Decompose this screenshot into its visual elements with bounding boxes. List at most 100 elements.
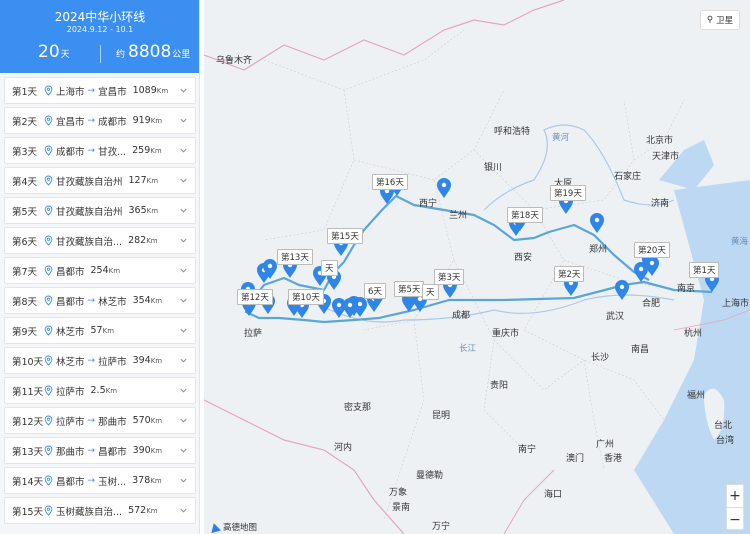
day-number: 第11天 (12, 386, 44, 398)
location-pin-icon (44, 415, 53, 426)
day-number: 第9天 (12, 326, 38, 338)
day-item[interactable]: 第3天 成都市 → 甘孜... 259Km (4, 137, 196, 164)
zoom-in-button[interactable]: + (727, 485, 743, 508)
city-label-lanzhou: 兰州 (449, 211, 468, 221)
day-number: 第2天 (12, 116, 38, 128)
day-tag-1: 第1天 (689, 262, 720, 278)
location-pin-icon (44, 355, 53, 366)
day-from-city: 成都市 (56, 146, 85, 158)
day-item[interactable]: 第6天 甘孜藏族自治... 282Km (4, 227, 196, 254)
chevron-down-icon[interactable] (179, 176, 188, 185)
day-distance-unit: Km (150, 477, 162, 485)
day-tag-13: 第13天 (277, 249, 313, 265)
day-distance: 57Km (91, 325, 115, 336)
chevron-down-icon[interactable] (179, 236, 188, 245)
day-distance-value: 57 (90, 325, 103, 336)
day-distance-unit: Km (150, 447, 163, 455)
day-distance: 570Km (133, 415, 163, 426)
day-tag-4: 天 (422, 284, 439, 300)
satellite-icon: ⚲ (706, 15, 714, 25)
location-pin-icon (44, 115, 53, 126)
day-to-city: 林芝市 (98, 296, 127, 308)
day-tag-14: 天 (321, 260, 338, 276)
day-distance-value: 919 (132, 115, 151, 126)
day-from-city: 拉萨市 (56, 386, 85, 398)
day-distance-value: 570 (132, 415, 151, 426)
city-label-mishi: 密支那 (344, 403, 372, 413)
day-tag-16: 第16天 (372, 174, 408, 190)
chevron-down-icon[interactable] (179, 116, 188, 125)
route-marker-dot (267, 263, 273, 269)
arrow-right-icon: → (87, 445, 96, 456)
day-item[interactable]: 第4天 甘孜藏族自治州 127Km (4, 167, 196, 194)
city-label-xianggang: 香港 (604, 454, 623, 464)
arrow-right-icon: → (87, 115, 96, 126)
chevron-down-icon[interactable] (179, 146, 188, 155)
day-tag-19: 第19天 (550, 185, 586, 201)
amap-logo-text: 高德地图 (223, 523, 258, 533)
day-distance: 282Km (128, 235, 158, 246)
satellite-toggle-button[interactable]: ⚲ 卫星 (700, 10, 740, 30)
day-item[interactable]: 第10天 林芝市 → 拉萨市 394Km (4, 347, 196, 374)
day-distance: 2.5Km (91, 385, 118, 396)
day-item[interactable]: 第15天 玉树藏族自治... 572Km (4, 497, 196, 524)
city-label-shanghai: 上海市 (722, 299, 750, 309)
amap-logo-icon (209, 521, 221, 533)
chevron-down-icon[interactable] (179, 476, 188, 485)
route-map[interactable]: 呼和浩特 北京市 天津市 石家庄 太原 济南 银川 兰州 西宁 西安 郑州 南京… (204, 0, 750, 534)
day-item[interactable]: 第9天 林芝市 57Km (4, 317, 196, 344)
river-label-huanghe: 黄河 (552, 133, 570, 143)
zoom-out-button[interactable]: − (727, 508, 743, 531)
day-item[interactable]: 第11天 拉萨市 2.5Km (4, 377, 196, 404)
day-item[interactable]: 第13天 那曲市 → 昌都市 390Km (4, 437, 196, 464)
city-label-wanning: 万宁 (432, 522, 451, 532)
trip-header: 2024中华小环线 2024.9.12 - 10.1 20天 约 8808公里 (0, 0, 199, 73)
day-distance-value: 1089 (132, 85, 157, 96)
chevron-down-icon[interactable] (179, 386, 188, 395)
city-label-nanchang: 南昌 (631, 345, 650, 355)
route-marker-dot (638, 266, 644, 272)
day-from-city: 甘孜藏族自治... (56, 236, 123, 248)
day-item[interactable]: 第1天 上海市 → 宜昌市 1089Km (4, 77, 196, 104)
zoom-controls: + − (726, 484, 744, 530)
arrow-right-icon: → (87, 355, 96, 366)
day-tag-10: 第10天 (288, 289, 324, 305)
chevron-down-icon[interactable] (179, 446, 188, 455)
city-label-nanning: 南宁 (518, 445, 537, 455)
city-label-yinchuan: 银川 (484, 163, 503, 173)
chevron-down-icon[interactable] (179, 356, 188, 365)
day-distance-unit: Km (150, 297, 163, 305)
day-distance: 1089Km (133, 85, 169, 96)
day-from-city: 林芝市 (56, 356, 85, 368)
map-canvas (204, 0, 750, 534)
chevron-down-icon[interactable] (179, 206, 188, 215)
day-item[interactable]: 第8天 昌都市 → 林芝市 354Km (4, 287, 196, 314)
chevron-down-icon[interactable] (179, 326, 188, 335)
day-number: 第3天 (12, 146, 38, 158)
day-from-city: 昌都市 (56, 266, 85, 278)
app-root: 2024中华小环线 2024.9.12 - 10.1 20天 约 8808公里 第… (0, 0, 750, 534)
day-item[interactable]: 第14天 昌都市 → 玉树... 378Km (4, 467, 196, 494)
day-distance-unit: Km (105, 387, 118, 395)
chevron-down-icon[interactable] (179, 506, 188, 515)
city-label-taiwan: 台湾 (716, 436, 735, 446)
chevron-down-icon[interactable] (179, 266, 188, 275)
city-label-kunming: 昆明 (432, 411, 451, 421)
day-item[interactable]: 第2天 宜昌市 → 成都市 919Km (4, 107, 196, 134)
location-pin-icon (44, 295, 53, 306)
city-label-hohhot: 呼和浩特 (494, 127, 531, 137)
city-label-hanoi: 河内 (334, 443, 353, 453)
day-distance-value: 127 (128, 175, 147, 186)
day-item[interactable]: 第12天 拉萨市 → 那曲市 570Km (4, 407, 196, 434)
chevron-down-icon[interactable] (179, 86, 188, 95)
chevron-down-icon[interactable] (179, 296, 188, 305)
day-distance-unit: Km (156, 87, 169, 95)
day-to-city: 成都市 (98, 116, 127, 128)
satellite-label: 卫星 (716, 16, 734, 26)
chevron-down-icon[interactable] (179, 416, 188, 425)
day-item[interactable]: 第7天 昌都市 254Km (4, 257, 196, 284)
city-label-shijiazhuang: 石家庄 (614, 172, 642, 182)
day-item[interactable]: 第5天 甘孜藏族自治州 365Km (4, 197, 196, 224)
day-distance: 919Km (133, 115, 163, 126)
city-label-guiyang: 贵阳 (490, 381, 509, 391)
